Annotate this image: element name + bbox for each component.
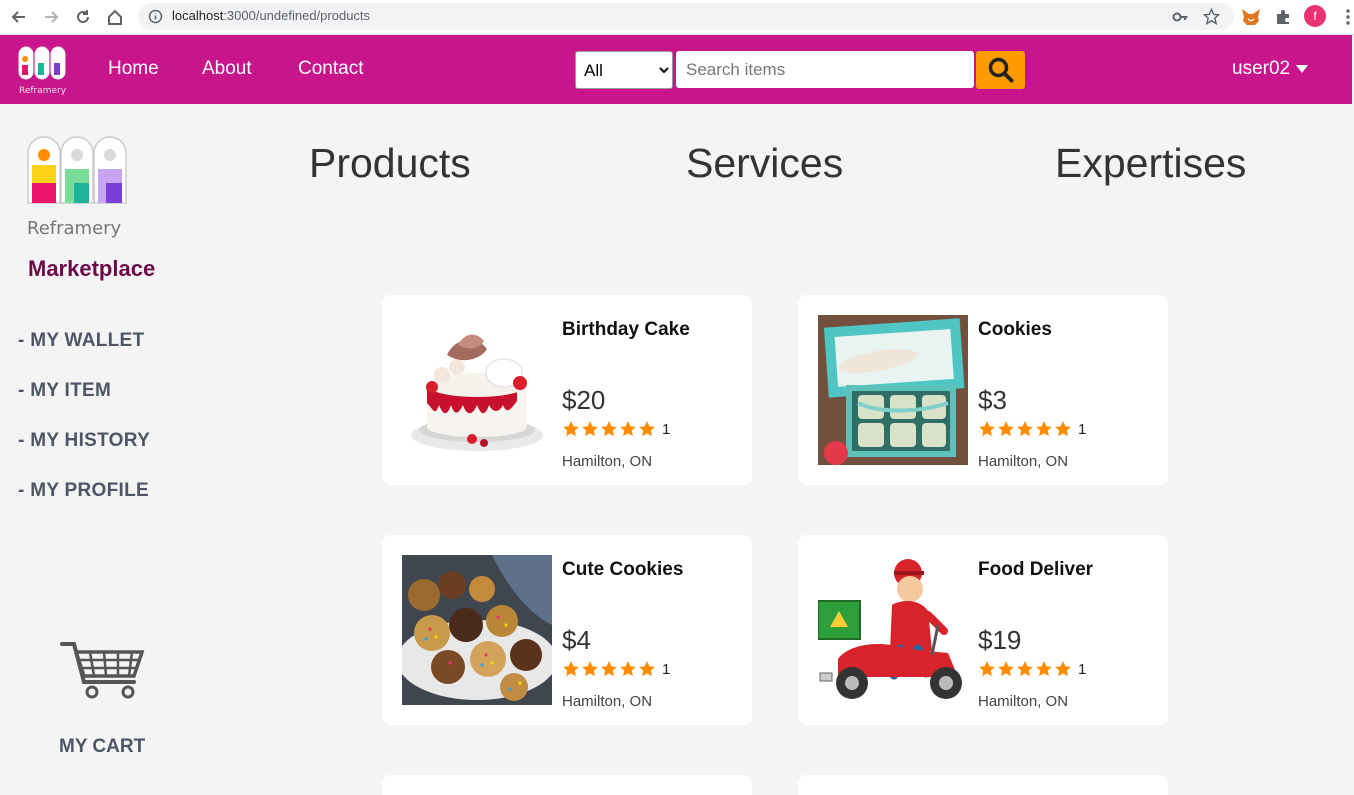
kebab-menu-icon[interactable] [1335,4,1354,30]
url-text: localhost:3000/undefined/products [172,8,370,23]
info-icon[interactable] [148,9,163,28]
back-arrow-icon[interactable] [6,4,32,30]
profile-avatar[interactable]: f [1304,5,1326,27]
browser-toolbar: localhost:3000/undefined/products f [0,0,1354,35]
reload-icon[interactable] [70,4,96,30]
product-card[interactable]: Birthday Cake $20 1 Hamilton, ON [382,295,752,485]
rating-count: 1 [662,660,671,678]
url-path: :3000/undefined/products [223,8,371,23]
logo-wordmark-large: Reframery [27,218,122,239]
product-card[interactable]: Cookies $3 1 Hamilton, ON [798,295,1168,485]
product-card-partial[interactable] [382,775,752,795]
star-icon [1017,421,1033,437]
tab-services[interactable]: Services [686,140,843,187]
star-icon [582,421,598,437]
star-icon [1017,661,1033,677]
tab-products[interactable]: Products [309,140,471,187]
product-location: Hamilton, ON [562,453,653,470]
product-card[interactable]: Food Deliver $19 1 Hamilton, ON [798,535,1168,725]
cookie-box-image [818,315,968,465]
nav-home-link[interactable]: Home [108,58,159,80]
sidebar-item-my-profile[interactable]: - MY PROFILE [18,480,149,502]
product-card[interactable]: Cute Cookies $4 1 Hamilton, ON [382,535,752,725]
search-button[interactable] [976,51,1025,89]
my-cart-label[interactable]: MY CART [59,736,145,758]
nav-about-link[interactable]: About [202,58,252,80]
search-icon [988,57,1013,83]
forward-arrow-icon[interactable] [38,4,64,30]
star-icon [1036,661,1052,677]
star-icon [601,661,617,677]
star-icon [620,661,636,677]
star-icon [582,661,598,677]
star-icon [1055,421,1071,437]
star-icon [998,421,1014,437]
cake-image [402,315,552,465]
username: user02 [1232,58,1291,79]
user-menu[interactable]: user02 [1232,58,1309,80]
star-icon [563,661,579,677]
url-host: localhost [172,8,224,23]
tab-expertises[interactable]: Expertises [1055,140,1246,187]
star-icon [639,661,655,677]
product-price: $20 [562,385,606,415]
category-select[interactable]: All [575,51,673,89]
star-icon [979,421,995,437]
rating-count: 1 [662,420,671,438]
star-icon [1036,421,1052,437]
shopping-cart-icon[interactable] [60,640,146,702]
key-icon[interactable] [1172,9,1188,29]
star-icon [979,661,995,677]
sidebar-item-my-item[interactable]: - MY ITEM [18,380,111,402]
product-location: Hamilton, ON [978,453,1069,470]
search-input[interactable] [676,51,974,88]
caret-down-icon [1296,65,1309,73]
product-name: Food Deliver [978,559,1094,580]
product-name: Birthday Cake [562,319,690,340]
sidebar-item-my-history[interactable]: - MY HISTORY [18,430,150,452]
star-icon [998,661,1014,677]
rating-count: 1 [1078,660,1087,678]
fox-extension-icon[interactable] [1238,4,1264,30]
product-location: Hamilton, ON [562,693,653,710]
star-icon [1055,661,1071,677]
star-bookmark-icon[interactable] [1202,7,1221,29]
product-price: $4 [562,625,591,655]
nav-contact-link[interactable]: Contact [298,58,363,80]
product-card-partial[interactable] [798,775,1168,795]
rating-stars: 1 [562,420,670,438]
product-price: $3 [978,385,1007,415]
sprinkle-cookies-image [402,555,552,705]
rating-stars: 1 [978,420,1086,438]
star-icon [620,421,636,437]
rating-count: 1 [1078,420,1087,438]
product-name: Cute Cookies [562,559,684,580]
sidebar-item-my-wallet[interactable]: - MY WALLET [18,330,144,352]
marketplace-title: Marketplace [28,256,156,281]
reframery-logo: Reframery [24,133,130,241]
address-bar[interactable]: localhost:3000/undefined/products [138,3,1234,30]
puzzle-extensions-icon[interactable] [1270,4,1296,30]
delivery-scooter-image [818,555,968,705]
star-icon [563,421,579,437]
home-icon[interactable] [102,4,128,30]
product-name: Cookies [978,319,1052,340]
star-icon [601,421,617,437]
product-location: Hamilton, ON [978,693,1069,710]
top-navbar: Reframery Home About Contact All user02 [0,35,1352,104]
reframery-logo-small[interactable]: Reframery [16,41,70,96]
rating-stars: 1 [978,660,1086,678]
product-price: $19 [978,625,1022,655]
logo-wordmark: Reframery [19,86,67,95]
star-icon [639,421,655,437]
rating-stars: 1 [562,660,670,678]
